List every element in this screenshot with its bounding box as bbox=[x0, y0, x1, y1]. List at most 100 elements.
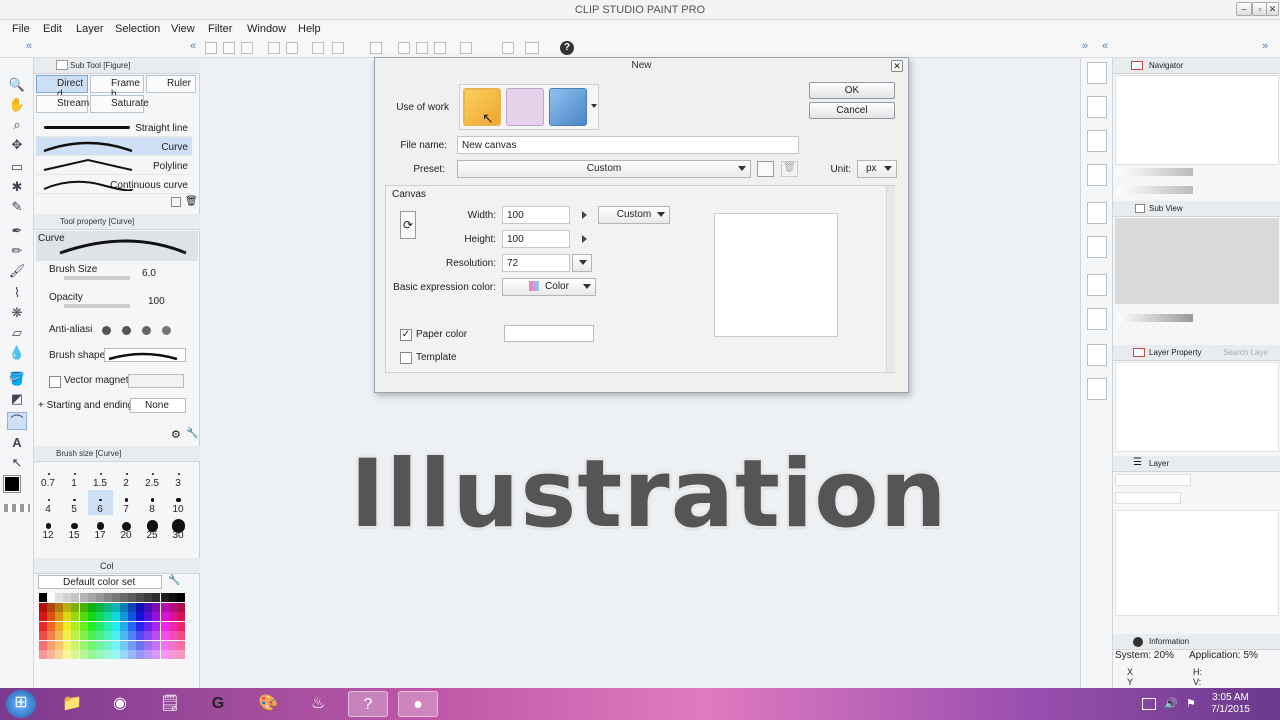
palette-swatch[interactable] bbox=[103, 621, 112, 631]
brush-size-cell[interactable]: 4 bbox=[36, 490, 61, 515]
palette-swatch[interactable] bbox=[152, 612, 161, 621]
brush-size-cell[interactable]: 3 bbox=[166, 464, 191, 489]
palette-swatch[interactable] bbox=[144, 650, 153, 659]
eraser-tool-icon[interactable]: ▱ bbox=[7, 324, 27, 342]
palette-swatch[interactable] bbox=[55, 621, 64, 631]
palette-swatch[interactable] bbox=[63, 640, 72, 650]
palette-swatch[interactable] bbox=[152, 602, 161, 612]
palette-swatch[interactable] bbox=[144, 602, 153, 612]
palette-swatch[interactable] bbox=[128, 593, 137, 602]
steam-icon[interactable]: ♨ bbox=[298, 691, 338, 717]
brush-size-cell[interactable]: 12 bbox=[36, 516, 61, 541]
palette-swatch[interactable] bbox=[176, 631, 185, 640]
navigator-rotate-slider[interactable] bbox=[1117, 186, 1193, 194]
palette-swatch[interactable] bbox=[103, 631, 112, 640]
palette-swatch[interactable] bbox=[120, 593, 128, 602]
opacity-slider[interactable] bbox=[64, 304, 130, 308]
delete-sub-tool-icon[interactable]: 🗑 bbox=[185, 196, 198, 207]
brush-size-cell[interactable]: 0.7 bbox=[36, 464, 61, 489]
search-layer-tab[interactable]: Search Laye bbox=[1223, 348, 1268, 357]
clip-studio-icon[interactable]: ● bbox=[398, 691, 438, 717]
palette-swatch[interactable] bbox=[87, 612, 96, 621]
undo-icon[interactable] bbox=[268, 42, 280, 54]
decoration-tool-icon[interactable]: ❋ bbox=[7, 304, 27, 322]
file-name-input[interactable]: New canvas bbox=[457, 136, 799, 154]
notepad-icon[interactable]: 🗒 bbox=[150, 691, 190, 717]
palette-swatch[interactable] bbox=[47, 593, 56, 602]
basic-color-dropdown[interactable]: Color bbox=[502, 278, 596, 296]
palette-swatch[interactable] bbox=[111, 631, 120, 640]
deselect-icon[interactable] bbox=[370, 42, 382, 54]
menu-help[interactable]: Help bbox=[298, 23, 321, 35]
paper-color-swatch[interactable] bbox=[504, 325, 594, 342]
palette-swatch[interactable] bbox=[87, 650, 96, 659]
ok-button[interactable]: OK bbox=[809, 82, 895, 99]
palette-swatch[interactable] bbox=[39, 621, 47, 631]
transparent-color-icon[interactable] bbox=[4, 504, 30, 512]
material-panel-icon[interactable] bbox=[1087, 308, 1107, 330]
tray-flag-icon[interactable]: ⚑ bbox=[1186, 697, 1196, 710]
palette-swatch[interactable] bbox=[160, 593, 169, 602]
palette-swatch[interactable] bbox=[152, 621, 161, 631]
save-icon[interactable] bbox=[241, 42, 253, 54]
palette-swatch[interactable] bbox=[71, 640, 80, 650]
palette-swatch[interactable] bbox=[120, 612, 128, 621]
palette-swatch[interactable] bbox=[168, 650, 177, 659]
brush-size-cell[interactable]: 10 bbox=[166, 490, 191, 515]
palette-swatch[interactable] bbox=[47, 650, 56, 659]
animation-work-icon[interactable] bbox=[549, 88, 587, 126]
palette-swatch[interactable] bbox=[63, 602, 72, 612]
palette-swatch[interactable] bbox=[144, 593, 153, 602]
palette-swatch[interactable] bbox=[144, 640, 153, 650]
settings-dropdown-icon[interactable] bbox=[525, 42, 539, 54]
vector-magnet-checkbox[interactable] bbox=[49, 376, 61, 388]
palette-swatch[interactable] bbox=[176, 621, 185, 631]
palette-swatch[interactable] bbox=[71, 593, 80, 602]
palette-swatch[interactable] bbox=[95, 621, 104, 631]
swap-orientation-icon[interactable]: ⟳ bbox=[400, 211, 416, 239]
comic-work-icon[interactable] bbox=[506, 88, 544, 126]
unit-dropdown[interactable]: px bbox=[857, 160, 897, 178]
delete-preset-icon[interactable]: 🗑 bbox=[781, 161, 798, 177]
color-set-tab[interactable]: Col bbox=[100, 561, 114, 571]
resolution-input[interactable]: 72 bbox=[502, 254, 570, 272]
open-file-icon[interactable] bbox=[223, 42, 235, 54]
palette-swatch[interactable] bbox=[160, 602, 169, 612]
vector-magnet-strength[interactable] bbox=[128, 374, 184, 388]
palette-swatch[interactable] bbox=[71, 650, 80, 659]
auto-select-icon[interactable]: ✱ bbox=[7, 178, 27, 196]
palette-swatch[interactable] bbox=[47, 640, 56, 650]
brush-size-value[interactable]: 6.0 bbox=[142, 268, 156, 279]
dialog-close-button[interactable]: ✕ bbox=[891, 60, 903, 72]
palette-swatch[interactable] bbox=[168, 593, 177, 602]
brush-size-cell[interactable]: 30 bbox=[166, 516, 191, 541]
navigator-zoom-slider[interactable] bbox=[1117, 168, 1193, 176]
palette-swatch[interactable] bbox=[103, 612, 112, 621]
invert-selection-icon[interactable] bbox=[398, 42, 410, 54]
new-file-icon[interactable] bbox=[205, 42, 217, 54]
sub-tool-continuous-curve[interactable]: Continuous curve bbox=[36, 175, 192, 194]
palette-swatch[interactable] bbox=[47, 621, 56, 631]
height-increment-icon[interactable] bbox=[582, 235, 587, 243]
palette-swatch[interactable] bbox=[160, 612, 169, 621]
palette-swatch[interactable] bbox=[120, 621, 128, 631]
color-set-settings-icon[interactable]: 🔧 bbox=[168, 575, 180, 586]
help-icon[interactable]: ? bbox=[560, 41, 574, 55]
palette-swatch[interactable] bbox=[55, 593, 64, 602]
palette-swatch[interactable] bbox=[87, 602, 96, 612]
palette-swatch[interactable] bbox=[87, 593, 96, 602]
transform-icon[interactable] bbox=[332, 42, 344, 54]
fill-tool-icon[interactable]: 🪣 bbox=[7, 370, 27, 388]
collapse-panel-icon[interactable]: « bbox=[190, 40, 196, 52]
brush-size-cell[interactable]: 7 bbox=[114, 490, 139, 515]
sub-view-panel-icon[interactable] bbox=[1087, 96, 1107, 118]
palette-swatch[interactable] bbox=[168, 621, 177, 631]
auto-action-panel-icon[interactable] bbox=[1087, 274, 1107, 296]
magnifier-icon[interactable]: ⌕ bbox=[7, 116, 27, 134]
brush-shape-dropdown[interactable] bbox=[104, 348, 186, 362]
sub-view-zoom-slider[interactable] bbox=[1117, 314, 1193, 322]
palette-swatch[interactable] bbox=[111, 602, 120, 612]
crop-icon[interactable] bbox=[460, 42, 472, 54]
palette-swatch[interactable] bbox=[111, 593, 120, 602]
palette-swatch[interactable] bbox=[160, 631, 169, 640]
